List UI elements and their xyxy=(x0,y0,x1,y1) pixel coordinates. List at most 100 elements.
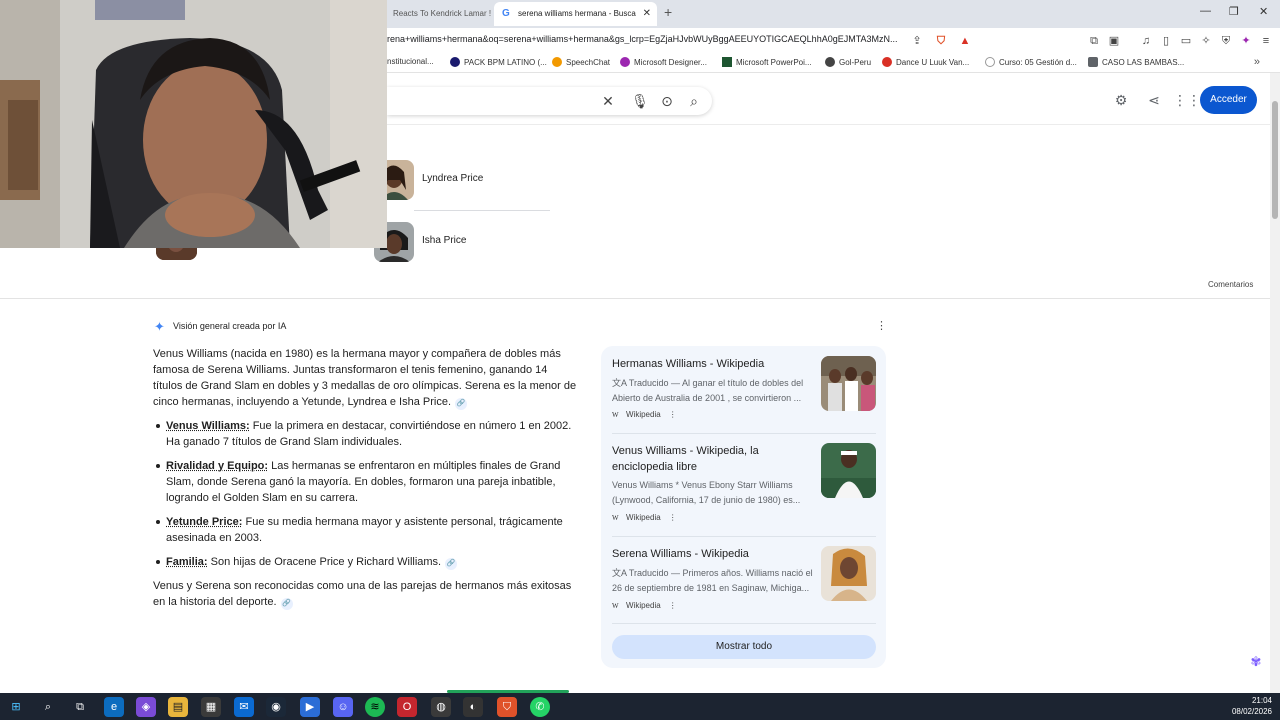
bookmark-item[interactable]: nstitucional... xyxy=(387,57,434,66)
bookmark-item[interactable]: SpeechChat xyxy=(552,57,610,67)
vpn-icon[interactable]: ⛨ xyxy=(1218,33,1234,49)
brave-icon[interactable]: ⛉ xyxy=(497,697,517,717)
search-input[interactable]: ✕ 🎙 ⊙ ⌕ xyxy=(387,87,712,115)
bookmark-item[interactable]: PACK BPM LATINO (... xyxy=(450,57,547,67)
restore-icon[interactable]: ❐ xyxy=(1229,5,1239,18)
gemini-sparkle-icon: ✦ xyxy=(154,319,165,334)
whatsapp-icon[interactable]: ✆ xyxy=(530,697,550,717)
bookmark-item[interactable]: CASO LAS BAMBAS... xyxy=(1088,57,1184,67)
page-scrollbar[interactable] xyxy=(1270,73,1280,693)
source-site: W Wikipedia ⋮ xyxy=(612,410,677,419)
bookmark-favicon-icon xyxy=(552,57,562,67)
divider xyxy=(612,433,876,434)
source-site: W Wikipedia ⋮ xyxy=(612,601,677,610)
share-results-icon[interactable]: ⋖ xyxy=(1144,90,1164,110)
tab-kendrick[interactable]: Reacts To Kendrick Lamar ! xyxy=(387,2,494,26)
spotify-icon[interactable]: ≋ xyxy=(365,697,385,717)
steam-icon[interactable]: ◉ xyxy=(266,697,286,717)
feedback-link[interactable]: Comentarios xyxy=(1208,280,1253,289)
source-card[interactable]: Hermanas Williams - Wikipedia 文A Traduci… xyxy=(612,356,876,434)
obs-icon[interactable]: ◐ xyxy=(463,697,483,717)
bookmark-item[interactable]: Gol-Peru xyxy=(825,57,871,67)
clear-search-icon[interactable]: ✕ xyxy=(598,91,618,111)
tab-google-search[interactable]: G serena williams hermana - Busca ✕ xyxy=(494,2,657,26)
bookmark-favicon-icon xyxy=(825,57,835,67)
divider xyxy=(612,536,876,537)
wallet-icon[interactable]: ▭ xyxy=(1178,33,1194,49)
minimize-icon[interactable]: — xyxy=(1200,5,1211,17)
task-view-icon[interactable]: ⧉ xyxy=(70,697,90,717)
music-icon[interactable]: ♫ xyxy=(1138,33,1154,49)
sign-in-button[interactable]: Acceder xyxy=(1200,86,1257,114)
app-icon[interactable]: ▶ xyxy=(300,697,320,717)
person-name: Lyndrea Price xyxy=(422,173,484,184)
store-icon[interactable]: ▦ xyxy=(201,697,221,717)
ai-outro-paragraph: Venus y Serena son reconocidas como una … xyxy=(153,580,572,610)
search-icon[interactable]: ⌕ xyxy=(684,91,704,111)
more-options-icon[interactable]: ⋮ xyxy=(876,321,887,332)
bookmark-item[interactable]: Microsoft Designer... xyxy=(620,57,707,67)
citation-link-icon[interactable]: 🔗 xyxy=(445,558,458,570)
sources-panel: Hermanas Williams - Wikipedia 文A Traduci… xyxy=(601,346,886,668)
clock-time: 21:04 xyxy=(1251,696,1272,705)
source-site: W Wikipedia ⋮ xyxy=(612,513,677,522)
url-field[interactable]: rena+williams+hermana&oq=serena+williams… xyxy=(387,34,907,44)
person-item-lyndrea[interactable]: Lyndrea Price xyxy=(374,160,554,200)
new-tab-icon[interactable]: + xyxy=(664,4,672,20)
edge-icon[interactable]: e xyxy=(104,697,124,717)
person-item-isha[interactable]: Isha Price xyxy=(374,222,554,262)
citation-link-icon[interactable]: 🔗 xyxy=(455,398,468,410)
scrollbar-thumb[interactable] xyxy=(1272,101,1278,219)
system-clock[interactable]: 21:04 08/02/2026 xyxy=(1232,695,1272,717)
ai-bullet-list: Venus Williams: Fue la primera en destac… xyxy=(153,418,578,570)
brave-shield-icon[interactable]: ⛉ xyxy=(933,33,949,49)
divider xyxy=(414,210,550,211)
sidebar-icon[interactable]: ▯ xyxy=(1158,33,1174,49)
search-icon[interactable]: ⌕ xyxy=(38,697,58,717)
source-menu-icon[interactable]: ⋮ xyxy=(669,601,677,610)
source-thumbnail xyxy=(821,356,876,411)
menu-icon[interactable]: ≡ xyxy=(1258,33,1274,49)
section-divider xyxy=(0,298,1270,299)
opera-icon[interactable]: O xyxy=(397,697,417,717)
lens-search-icon[interactable]: ⊙ xyxy=(657,91,677,111)
citation-link-icon[interactable]: 🔗 xyxy=(280,598,293,610)
source-title[interactable]: Hermanas Williams - Wikipedia xyxy=(612,356,812,372)
source-title[interactable]: Serena Williams - Wikipedia xyxy=(612,546,812,562)
bookmarks-overflow-icon[interactable]: » xyxy=(1254,56,1260,68)
leo-ai-icon[interactable]: ✧ xyxy=(1198,33,1214,49)
source-menu-icon[interactable]: ⋮ xyxy=(669,410,677,419)
chrome-icon[interactable]: ◍ xyxy=(431,697,451,717)
file-explorer-icon[interactable]: ▤ xyxy=(168,697,188,717)
source-snippet: 文A Traducido — Primeros años. Williams n… xyxy=(612,568,813,593)
source-menu-icon[interactable]: ⋮ xyxy=(669,513,677,522)
copilot-icon[interactable]: ◈ xyxy=(136,697,156,717)
source-title[interactable]: Venus Williams - Wikipedia, la enciclope… xyxy=(612,443,812,475)
tab-search-icon[interactable]: ▣ xyxy=(1106,33,1122,49)
discord-icon[interactable]: ☺ xyxy=(333,697,353,717)
list-item: Rivalidad y Equipo: Las hermanas se enfr… xyxy=(156,458,578,506)
list-item: Familia: Son hijas de Oracene Price y Ri… xyxy=(156,554,578,570)
close-tab-icon[interactable]: ✕ xyxy=(643,2,651,26)
bookmark-favicon-icon xyxy=(620,57,630,67)
windows-start-icon[interactable]: ⊞ xyxy=(6,697,26,717)
bookmark-item[interactable]: Microsoft PowerPoi... xyxy=(722,57,812,67)
close-window-icon[interactable]: ✕ xyxy=(1259,5,1268,18)
ai-assistant-floating-icon[interactable]: ✾ xyxy=(1248,654,1264,670)
translate-icon: 文A xyxy=(612,378,629,388)
settings-gear-icon[interactable]: ⚙ xyxy=(1111,90,1131,110)
source-card[interactable]: Venus Williams - Wikipedia, la enciclope… xyxy=(612,443,876,525)
extensions-icon[interactable]: ⧉ xyxy=(1086,33,1102,49)
bookmark-item[interactable]: Dance U Luuk Van... xyxy=(882,57,969,67)
outlook-icon[interactable]: ✉ xyxy=(234,697,254,717)
google-favicon-icon: G xyxy=(502,8,510,19)
list-item: Yetunde Price: Fue su media hermana mayo… xyxy=(156,514,578,546)
voice-search-icon[interactable]: 🎙 xyxy=(630,91,650,111)
bookmark-item[interactable]: Curso: 05 Gestión d... xyxy=(985,57,1077,67)
extension-purple-icon[interactable]: ✦ xyxy=(1238,33,1254,49)
brave-rewards-icon[interactable]: ▲ xyxy=(957,33,973,49)
show-all-button[interactable]: Mostrar todo xyxy=(612,635,876,659)
apps-grid-icon[interactable]: ⋮⋮ xyxy=(1173,90,1201,110)
share-icon[interactable]: ⇪ xyxy=(909,33,925,49)
source-card[interactable]: Serena Williams - Wikipedia 文A Traducido… xyxy=(612,546,876,626)
